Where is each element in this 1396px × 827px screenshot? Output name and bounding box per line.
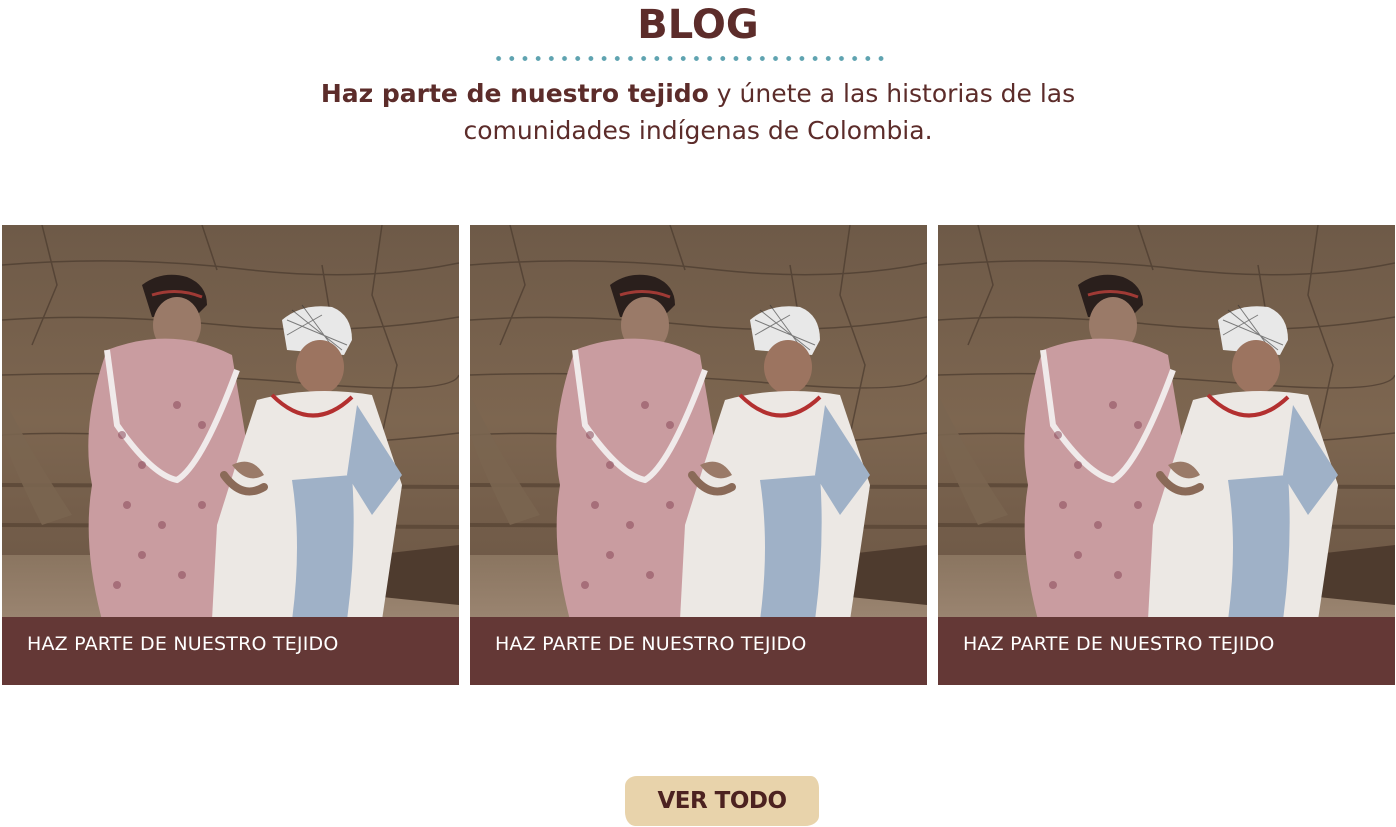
dotted-divider	[492, 56, 888, 61]
card-caption[interactable]: HAZ PARTE DE NUESTRO TEJIDO	[495, 633, 807, 655]
blog-card[interactable]: HAZ PARTE DE NUESTRO TEJIDO	[470, 225, 927, 685]
intro-strong: Haz parte de nuestro tejido	[320, 79, 709, 108]
blog-card[interactable]: HAZ PARTE DE NUESTRO TEJIDO	[2, 225, 459, 685]
section-title: Blog	[637, 2, 759, 48]
card-caption[interactable]: HAZ PARTE DE NUESTRO TEJIDO	[963, 633, 1275, 655]
blog-card[interactable]: HAZ PARTE DE NUESTRO TEJIDO	[938, 225, 1395, 685]
card-photo	[2, 225, 459, 617]
view-all-button[interactable]: Ver todo	[625, 776, 819, 826]
intro-text: Haz parte de nuestro tejido y únete a la…	[300, 75, 1096, 149]
card-photo	[470, 225, 927, 617]
card-photo	[938, 225, 1395, 617]
card-caption[interactable]: HAZ PARTE DE NUESTRO TEJIDO	[27, 633, 339, 655]
